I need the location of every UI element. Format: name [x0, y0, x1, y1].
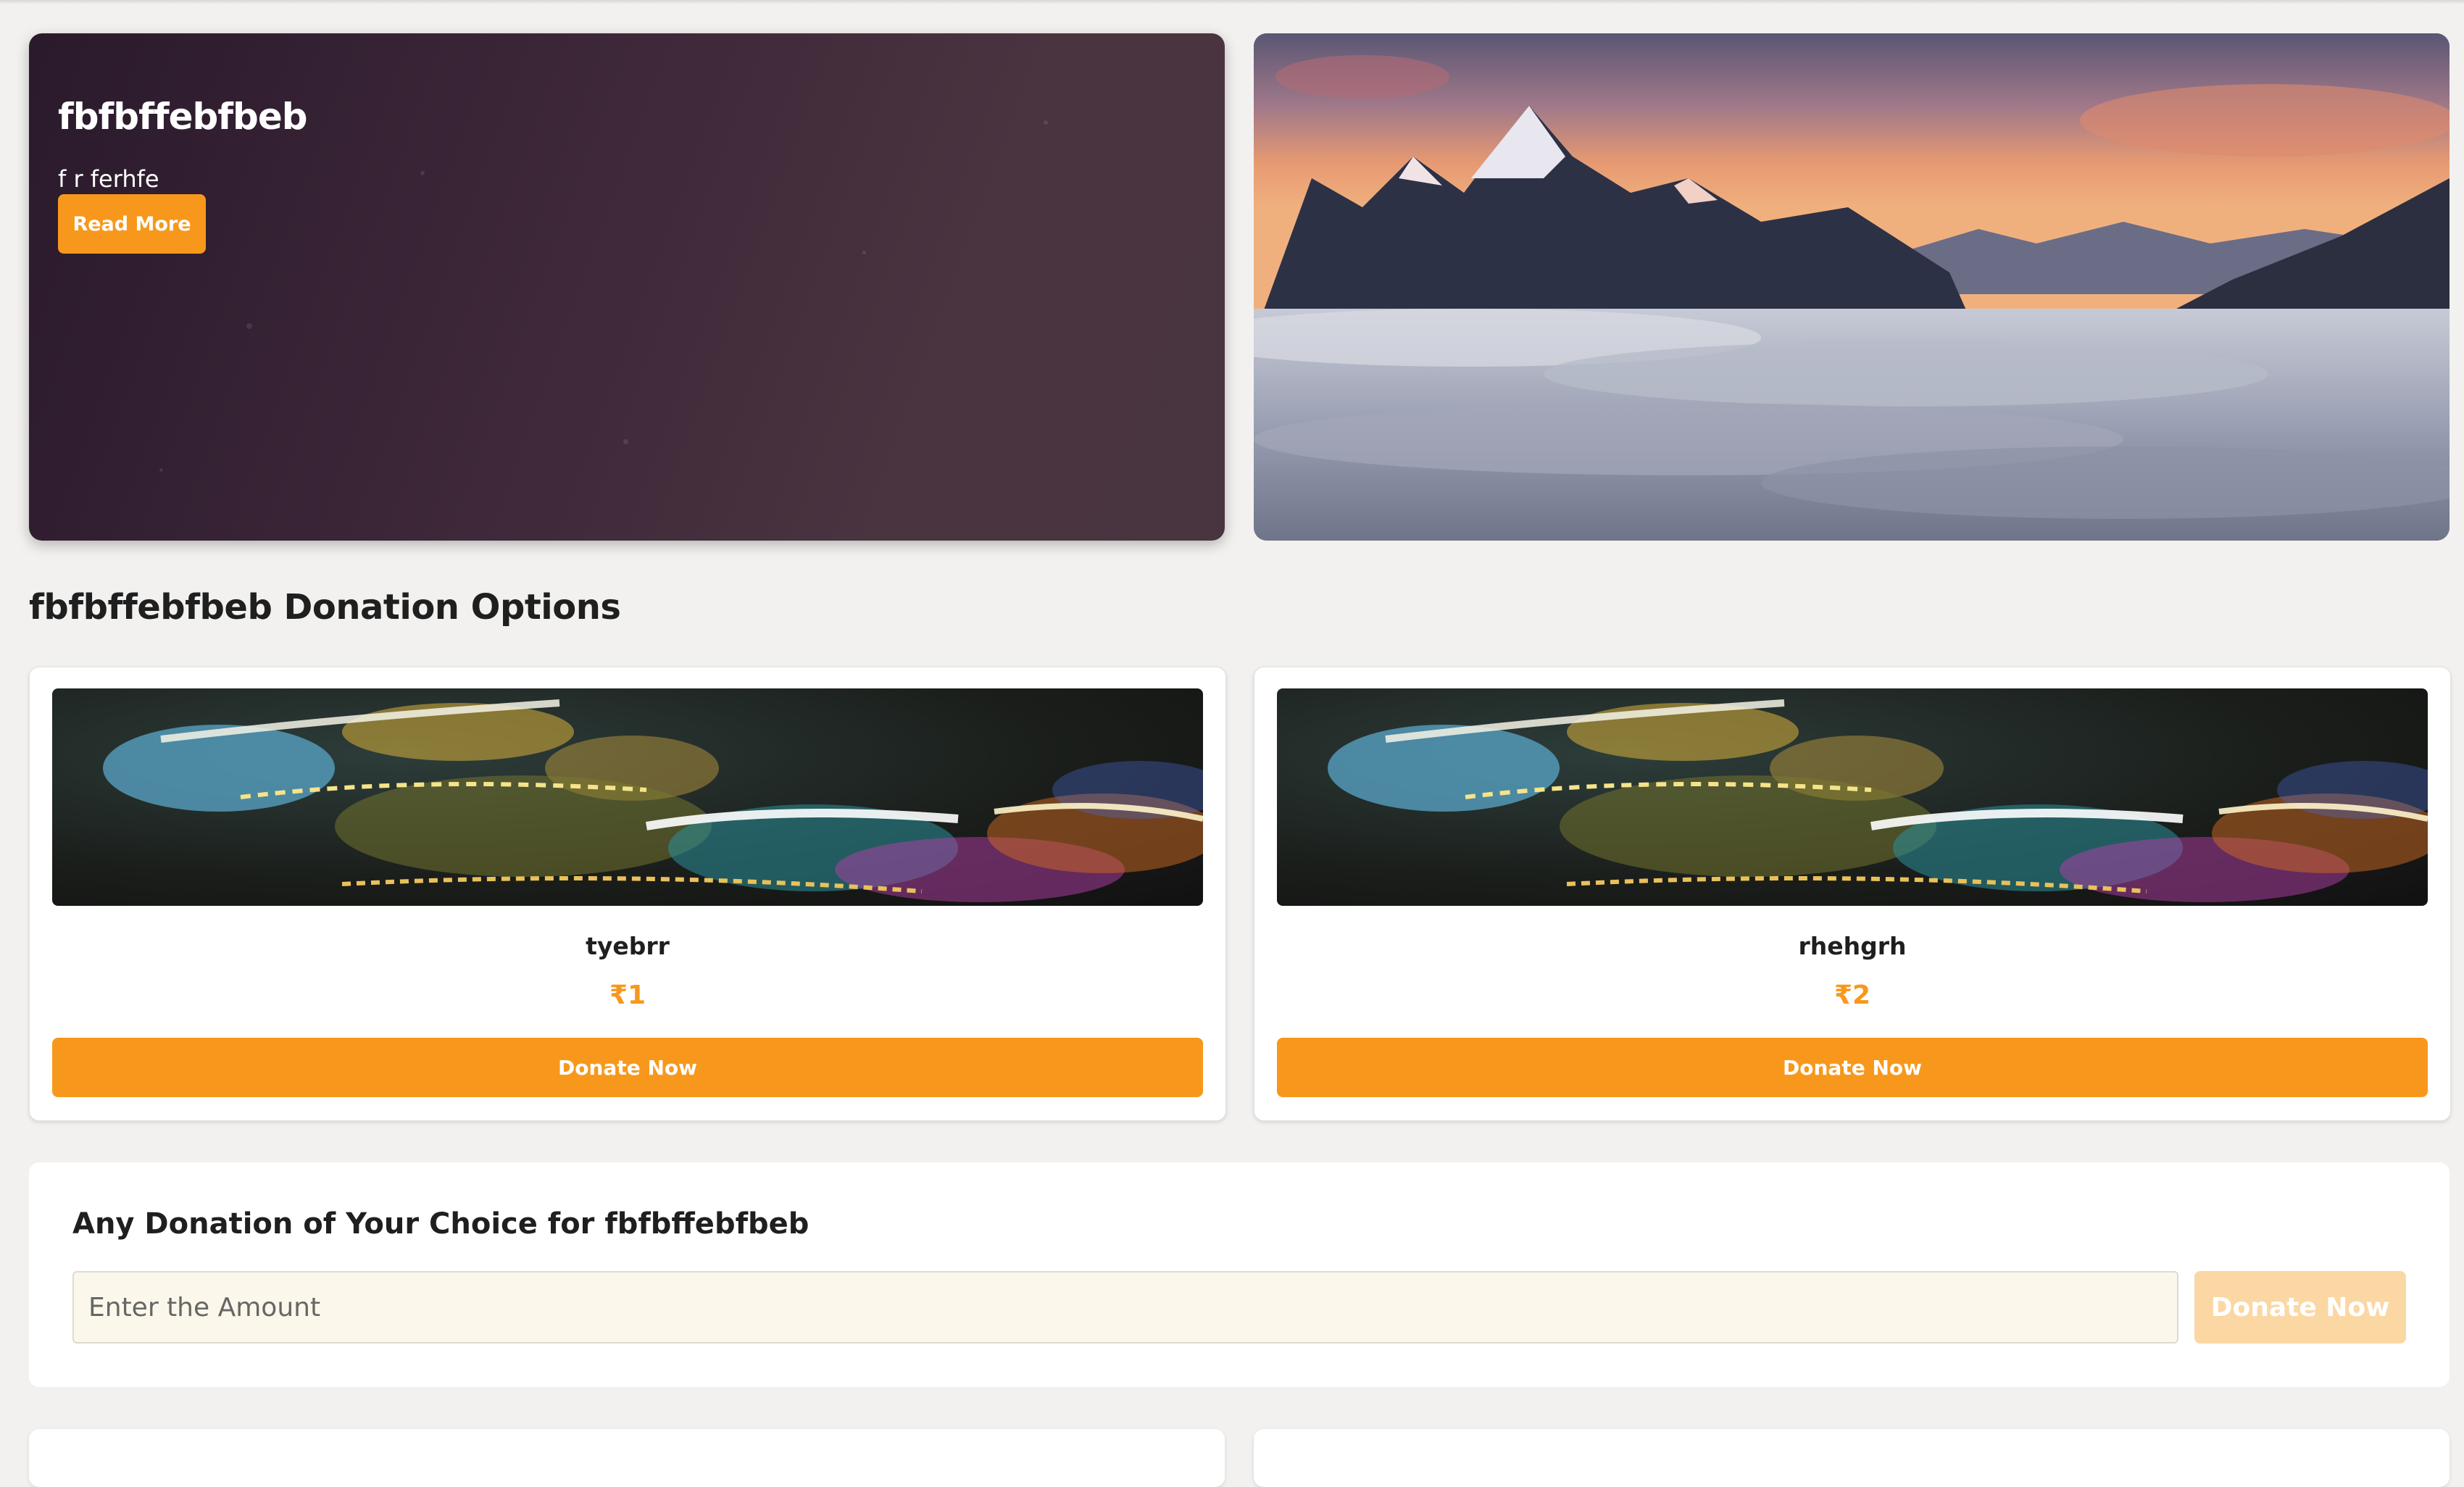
light-trails-illustration — [103, 699, 1203, 902]
custom-donation-heading: Any Donation of Your Choice for fbfbffeb… — [72, 1207, 809, 1241]
hero-title: fbfbffebfbeb — [58, 96, 308, 138]
hero-banner: fbfbffebfbeb f r ferhfe Read More — [29, 33, 1225, 541]
donation-options-heading: fbfbffebfbeb Donation Options — [29, 587, 621, 628]
donation-option-price: ₹2 — [1834, 980, 1871, 1010]
donation-option-name: rhehgrh — [1798, 932, 1907, 960]
hero-decoration — [1044, 120, 1048, 125]
donation-option-image — [1277, 688, 2428, 906]
top-bar-shadow — [0, 0, 2464, 4]
hero-decoration — [246, 323, 252, 329]
mountain-illustration — [1254, 33, 2450, 541]
donation-option-image — [52, 688, 1203, 906]
donation-option-card: tyebrr ₹1 Donate Now — [29, 667, 1226, 1121]
next-card-partial — [1254, 1429, 2450, 1487]
donation-option-card: rhehgrh ₹2 Donate Now — [1254, 667, 2451, 1121]
hero-subtitle: f r ferhfe — [58, 165, 159, 193]
donation-option-name: tyebrr — [586, 932, 670, 960]
hero-decoration — [420, 171, 425, 175]
hero-mountain-image — [1254, 33, 2450, 541]
hero-decoration — [623, 439, 628, 444]
donation-option-price: ₹1 — [609, 980, 646, 1010]
read-more-button[interactable]: Read More — [58, 194, 206, 254]
custom-donate-now-button[interactable]: Donate Now — [2194, 1271, 2406, 1344]
custom-donation-section: Any Donation of Your Choice for fbfbffeb… — [29, 1162, 2450, 1387]
hero-decoration — [862, 251, 866, 254]
next-card-partial — [29, 1429, 1225, 1487]
donate-now-button[interactable]: Donate Now — [1277, 1038, 2428, 1097]
light-trails-illustration — [1328, 699, 2428, 902]
amount-input[interactable] — [72, 1271, 2178, 1344]
hero-decoration — [159, 468, 163, 472]
donate-now-button[interactable]: Donate Now — [52, 1038, 1203, 1097]
